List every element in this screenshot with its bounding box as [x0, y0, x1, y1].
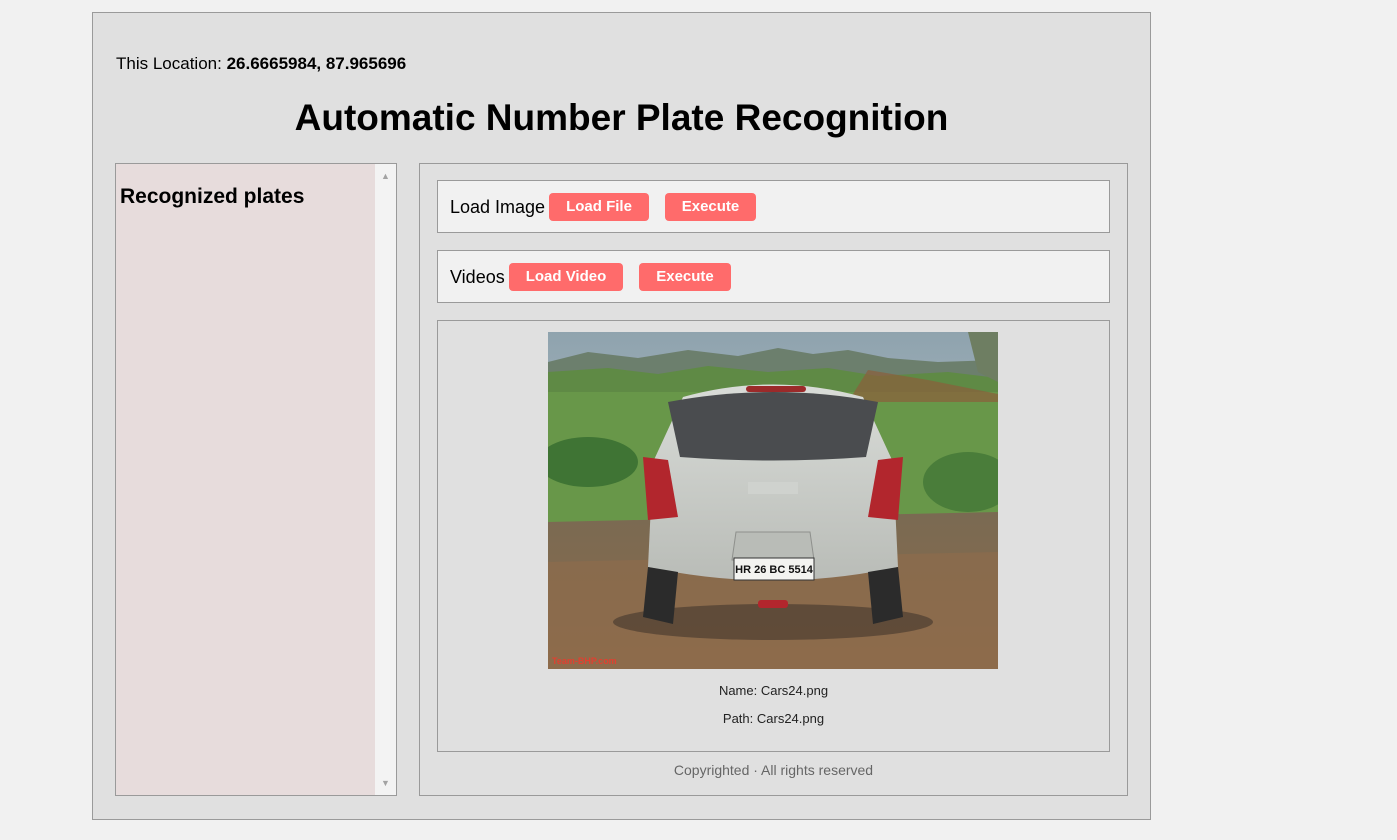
photo-watermark: Team-BHP.com [552, 656, 617, 666]
sidebar-scrollbar[interactable]: ▲ ▼ [375, 164, 396, 795]
load-image-row: Load Image Load File Execute [437, 180, 1110, 233]
load-video-button[interactable]: Load Video [509, 263, 623, 291]
location-coords: 26.6665984, 87.965696 [226, 54, 407, 73]
location-line: This Location: 26.6665984, 87.965696 [116, 54, 406, 74]
load-image-label: Load Image [450, 197, 546, 217]
file-path: Path: Cars24.png [722, 711, 825, 726]
license-plate-text: HR 26 BC 5514 [735, 564, 814, 576]
app-frame: This Location: 26.6665984, 87.965696 Aut… [92, 12, 1151, 820]
scroll-down-icon[interactable]: ▼ [375, 777, 396, 789]
load-file-button[interactable]: Load File [549, 193, 649, 221]
file-name: Name: Cars24.png [718, 683, 829, 698]
copyright-footer: Copyrighted · All rights reserved [673, 762, 874, 778]
page-title: Automatic Number Plate Recognition [294, 97, 949, 138]
execute-image-button[interactable]: Execute [665, 193, 756, 221]
main-panel: Load Image Load File Execute Videos Load… [419, 163, 1128, 796]
recognized-plates-heading: Recognized plates [120, 185, 305, 208]
scroll-up-icon[interactable]: ▲ [375, 170, 396, 182]
location-label: This Location: [116, 54, 222, 73]
videos-row: Videos Load Video Execute [437, 250, 1110, 303]
execute-video-button[interactable]: Execute [639, 263, 731, 291]
image-preview-panel: HR 26 BC 5514 Team-BHP.com Name: Cars24.… [437, 320, 1110, 752]
recognized-plates-panel: Recognized plates ▲ ▼ [115, 163, 397, 796]
car-photo: HR 26 BC 5514 Team-BHP.com [548, 332, 998, 669]
videos-label: Videos [450, 267, 505, 287]
